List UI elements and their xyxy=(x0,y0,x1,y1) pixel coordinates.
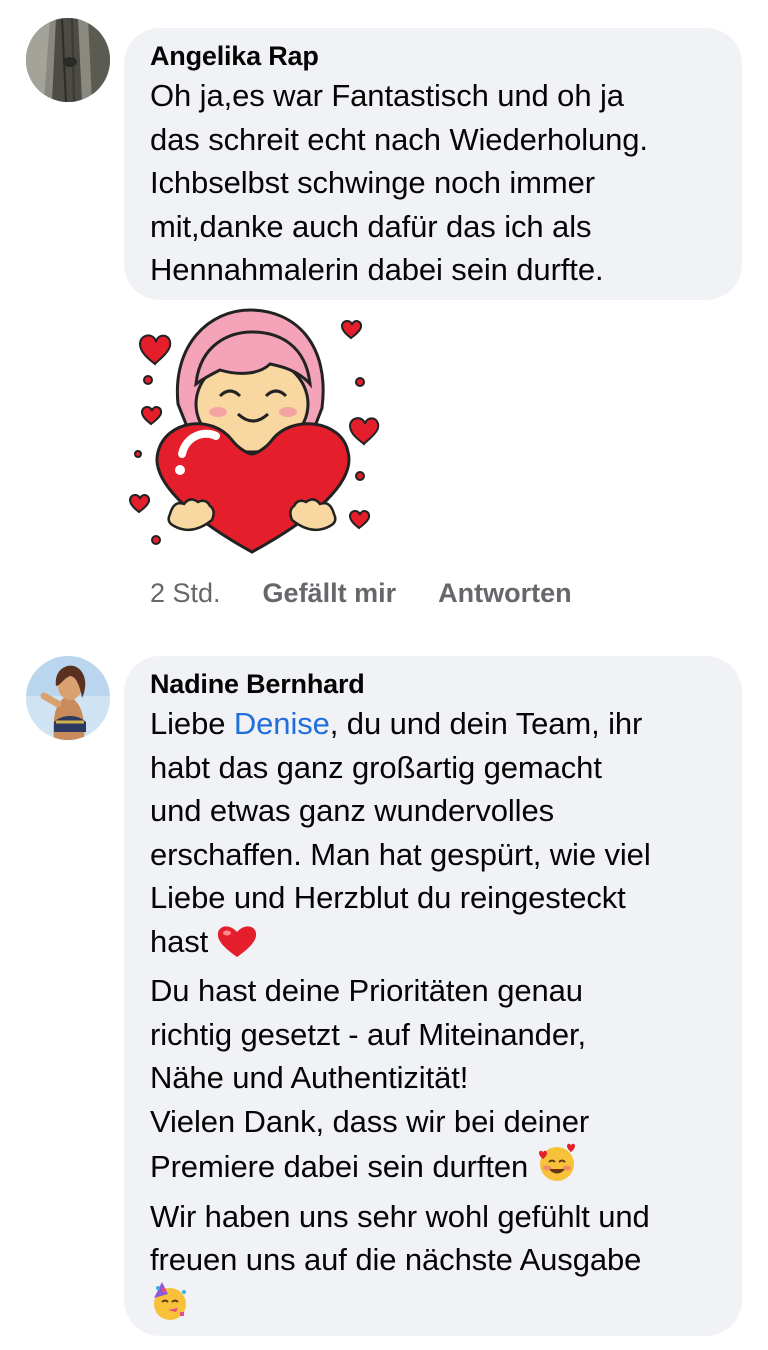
tree-avatar-image xyxy=(26,18,110,102)
timestamp[interactable]: 2 Std. xyxy=(150,578,221,609)
comment-line: hast xyxy=(150,920,718,970)
reply-button[interactable]: Antworten xyxy=(438,578,571,609)
red-heart-icon xyxy=(217,924,257,970)
comment-line: richtig gesetzt - auf Miteinander, xyxy=(150,1016,586,1052)
sticker-illustration xyxy=(128,308,380,554)
avatar-nadine[interactable] xyxy=(26,656,110,740)
text-segment: , du und dein Team, ihr xyxy=(329,706,643,741)
comment-line: Liebe Denise, du und dein Team, ihr xyxy=(150,702,718,746)
like-button[interactable]: Gefällt mir xyxy=(263,578,397,609)
comment-line: Vielen Dank, dass wir bei deiner xyxy=(150,1103,590,1139)
text-segment: Premiere dabei sein durften xyxy=(150,1149,537,1184)
text-segment: hast xyxy=(150,923,217,959)
comment-bubble-nadine: Nadine Bernhard Liebe Denise, du und dei… xyxy=(124,656,742,1336)
comment-line: das schreit echt nach Wiederholung. xyxy=(150,121,648,157)
comment-line: Hennahmalerin dabei sein durfte. xyxy=(150,252,604,287)
author-name[interactable]: Angelika Rap xyxy=(150,38,718,74)
comment-line: Du hast deine Prioritäten genau xyxy=(150,973,583,1008)
partying-face-icon xyxy=(150,1281,190,1334)
comment-line xyxy=(150,1281,718,1334)
avatar-angelika[interactable] xyxy=(26,18,110,102)
comment-line: Ichbselbst schwinge noch immer xyxy=(150,165,595,200)
comment-bubble-angelika: Angelika Rap Oh ja,es war Fantastisch un… xyxy=(124,28,742,300)
comment-line: erschaffen. Man hat gespürt, wie viel xyxy=(150,836,651,872)
comment-line: habt das ganz großartig gemacht xyxy=(150,749,602,785)
text-segment: Liebe xyxy=(150,706,234,741)
author-name[interactable]: Nadine Bernhard xyxy=(150,666,718,702)
comment-line: Premiere dabei sein durften xyxy=(150,1143,718,1195)
comment-line: Nähe und Authentizität! xyxy=(150,1060,469,1095)
comment-line: Oh ja,es war Fantastisch und oh ja xyxy=(150,78,624,113)
comment-line: Wir haben uns sehr wohl gefühlt und xyxy=(150,1198,650,1234)
smiling-face-with-hearts-icon xyxy=(537,1143,577,1195)
comment-text: Liebe Denise, du und dein Team, ihr habt… xyxy=(150,702,718,1333)
comment-line: freuen uns auf die nächste Ausgabe xyxy=(150,1242,642,1277)
comment-text: Oh ja,es war Fantastisch und oh ja das s… xyxy=(150,74,718,292)
person-avatar-image xyxy=(26,656,110,740)
comment-line: Liebe und Herzblut du reingesteckt xyxy=(150,880,626,915)
comment-actions: 2 Std. Gefällt mir Antworten xyxy=(150,578,572,609)
comment-line: mit,danke auch dafür das ich als xyxy=(150,208,592,244)
heart-hug-sticker[interactable] xyxy=(120,304,390,564)
comment-line: und etwas ganz wundervolles xyxy=(150,793,554,828)
mention-link[interactable]: Denise xyxy=(234,706,330,741)
